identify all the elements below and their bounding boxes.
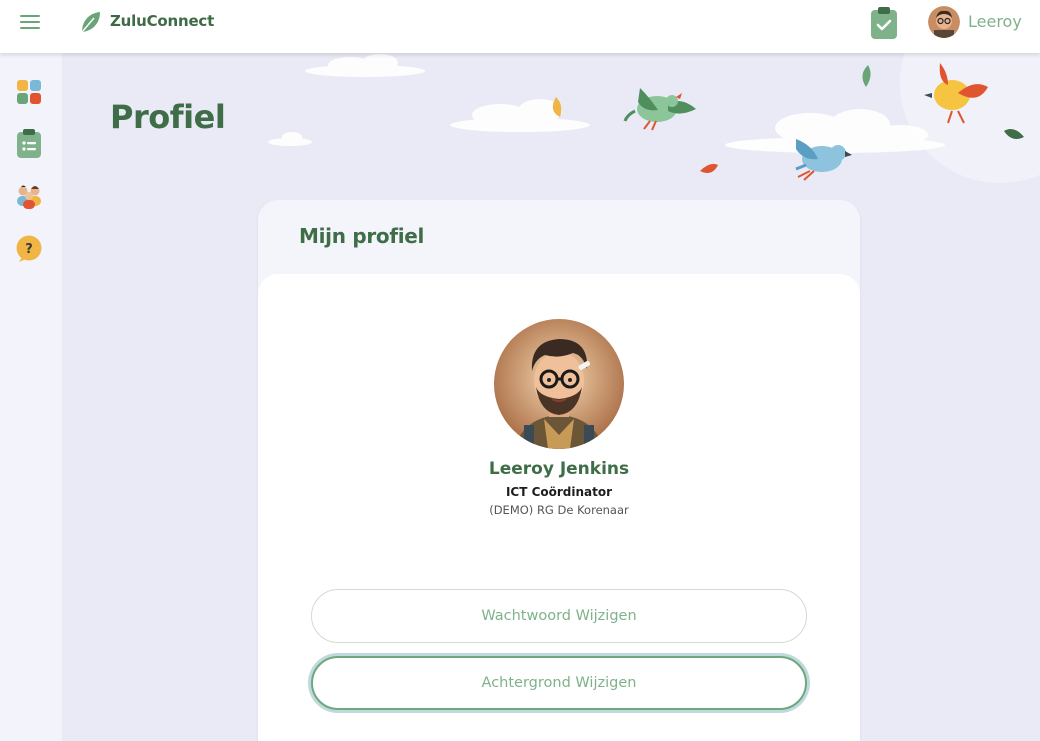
clipboard-list-icon[interactable] [16,129,42,159]
user-name[interactable]: Leeroy [968,12,1022,31]
dashboard-tiles-icon[interactable] [16,79,42,105]
top-bar: ZuluConnect Leeroy [0,0,1040,53]
clipboard-check-icon[interactable] [870,6,898,40]
change-background-button[interactable]: Achtergrond Wijzigen [311,656,807,710]
change-password-button[interactable]: Wachtwoord Wijzigen [311,589,807,643]
card-title: Mijn profiel [299,224,425,248]
people-icon[interactable] [16,183,42,209]
brand-name[interactable]: ZuluConnect [110,12,214,30]
svg-text:?: ? [25,242,33,257]
menu-icon[interactable] [20,15,40,29]
page-title: Profiel [110,98,226,136]
profile-card-body: Leeroy Jenkins ICT Coördinator (DEMO) RG… [258,274,860,741]
leaf-logo-icon [81,12,100,33]
sidebar: ? [0,53,62,741]
profile-avatar [494,319,624,449]
profile-organization: (DEMO) RG De Korenaar [489,503,629,517]
avatar[interactable] [928,6,960,38]
profile-role: ICT Coördinator [505,485,613,499]
profile-name: Leeroy Jenkins [488,459,630,479]
help-bubble-icon[interactable]: ? [16,235,42,263]
profile-card: Mijn profiel Leeroy Jenkins ICT Coördina… [258,200,860,741]
